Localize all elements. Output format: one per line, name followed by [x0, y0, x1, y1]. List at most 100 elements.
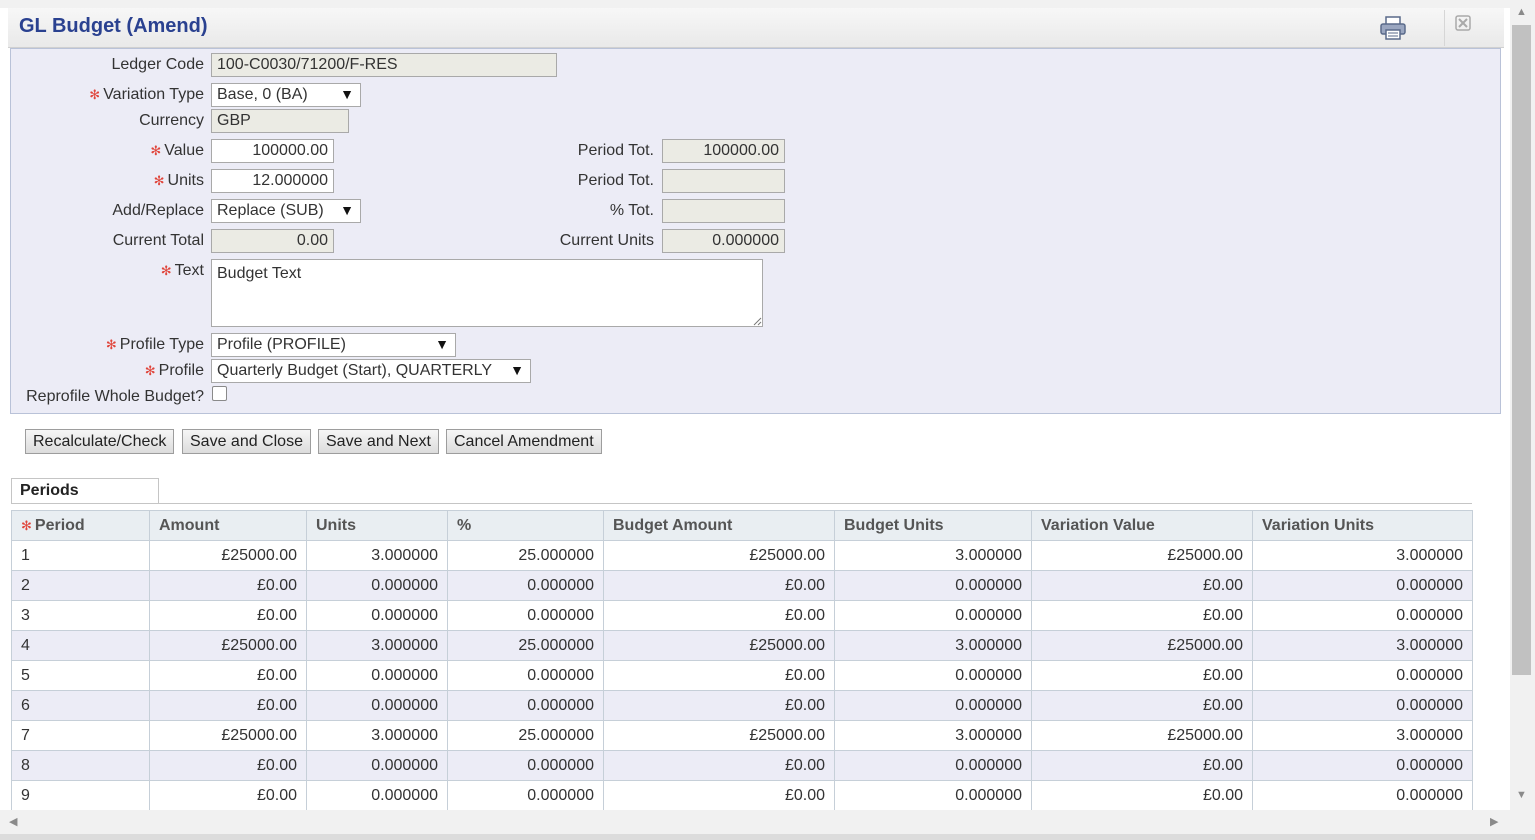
currency-label: Currency: [139, 112, 204, 129]
table-cell: 3.000000: [834, 540, 1032, 571]
table-cell: 0.000000: [1252, 600, 1473, 631]
table-cell: £0.00: [1031, 570, 1253, 601]
table-cell: £25000.00: [149, 720, 307, 751]
period-tot-value-field[interactable]: 100000.00: [662, 139, 785, 163]
text-textarea[interactable]: Budget Text: [211, 259, 763, 327]
period-tot-units-label: Period Tot.: [577, 172, 654, 189]
table-cell: £0.00: [149, 750, 307, 781]
scroll-right-arrow-icon[interactable]: ▶: [1490, 815, 1498, 828]
profile-type-label: ✻ Profile Type: [105, 336, 204, 353]
table-cell: 0.000000: [306, 750, 448, 781]
current-total-field[interactable]: 0.00: [211, 229, 334, 253]
table-cell: 0.000000: [1252, 750, 1473, 781]
units-input[interactable]: 12.000000: [211, 169, 334, 193]
table-cell: £25000.00: [603, 630, 835, 661]
column-header-budget-units[interactable]: Budget Units: [834, 510, 1032, 541]
table-row[interactable]: 9 £0.00 0.000000 0.000000 £0.00 0.000000 £0.00…: [11, 780, 1473, 810]
period-tot-units-field[interactable]: [662, 169, 785, 193]
table-cell: 9: [11, 780, 150, 810]
reprofile-checkbox[interactable]: [212, 386, 227, 401]
table-cell: 0.000000: [834, 750, 1032, 781]
table-cell: 0.000000: [1252, 660, 1473, 691]
dropdown-arrow-icon: ▼: [435, 336, 449, 352]
table-cell: £25000.00: [603, 540, 835, 571]
cancel-amendment-button[interactable]: Cancel Amendment: [446, 429, 602, 454]
horizontal-scrollbar[interactable]: [0, 810, 1510, 834]
table-cell: 3.000000: [1252, 540, 1473, 571]
table-cell: 0.000000: [1252, 570, 1473, 601]
scroll-down-arrow-icon[interactable]: ▼: [1516, 789, 1527, 801]
table-cell: 0.000000: [1252, 690, 1473, 721]
table-cell: £0.00: [149, 570, 307, 601]
table-cell: 1: [11, 540, 150, 571]
table-row[interactable]: 3 £0.00 0.000000 0.000000 £0.00 0.000000 £0.00…: [11, 600, 1473, 631]
table-cell: 0.000000: [306, 570, 448, 601]
table-row[interactable]: 6 £0.00 0.000000 0.000000 £0.00 0.000000 £0.00…: [11, 690, 1473, 721]
column-header-units[interactable]: Units: [306, 510, 448, 541]
table-cell: 3: [11, 600, 150, 631]
table-cell: £0.00: [603, 600, 835, 631]
pct-tot-field[interactable]: [662, 199, 785, 223]
table-cell: 0.000000: [447, 570, 604, 601]
periods-table-body: 1 £25000.00 3.000000 25.000000 £25000.00 3.00…: [11, 540, 1473, 810]
recalculate-check-button[interactable]: Recalculate/Check: [25, 429, 175, 454]
profile-select[interactable]: Quarterly Budget (Start), QUARTERLY ▼: [211, 359, 531, 383]
ledger-code-field[interactable]: 100-C0030/71200/F-RES: [211, 53, 557, 77]
value-label: ✻ Value: [150, 142, 204, 159]
required-icon: ✻: [150, 143, 162, 158]
column-header-variation-value[interactable]: Variation Value: [1031, 510, 1253, 541]
table-cell: 0.000000: [1252, 780, 1473, 810]
vertical-scrollbar-thumb[interactable]: [1512, 25, 1531, 675]
table-cell: 3.000000: [306, 540, 448, 571]
table-cell: 25.000000: [447, 720, 604, 751]
table-row[interactable]: 4 £25000.00 3.000000 25.000000 £25000.00 3.00…: [11, 630, 1473, 661]
column-header-period[interactable]: ✻ Period: [11, 510, 150, 541]
table-cell: 0.000000: [306, 690, 448, 721]
table-cell: 4: [11, 630, 150, 661]
save-and-next-button[interactable]: Save and Next: [318, 429, 439, 454]
column-header-amount[interactable]: Amount: [149, 510, 307, 541]
dialog-title: GL Budget (Amend): [19, 15, 208, 37]
add-replace-select[interactable]: Replace (SUB) ▼: [211, 199, 361, 223]
profile-label: ✻ Profile: [144, 362, 204, 379]
column-header-budget-amount[interactable]: Budget Amount: [603, 510, 835, 541]
required-icon: ✻: [89, 87, 101, 102]
save-and-close-button[interactable]: Save and Close: [182, 429, 311, 454]
table-cell: 25.000000: [447, 540, 604, 571]
table-header-row: ✻ Period Amount Units % Budget Amount Bud…: [11, 510, 1473, 541]
resize-grip-icon[interactable]: [752, 316, 762, 326]
close-icon[interactable]: [1452, 12, 1474, 34]
window-top-strip: [0, 0, 1535, 8]
table-cell: £0.00: [149, 660, 307, 691]
table-cell: 0.000000: [834, 660, 1032, 691]
column-header-variation-units[interactable]: Variation Units: [1252, 510, 1473, 541]
scroll-left-arrow-icon[interactable]: ◀: [9, 815, 17, 828]
table-cell: £0.00: [149, 690, 307, 721]
column-header-percent[interactable]: %: [447, 510, 604, 541]
table-cell: £25000.00: [603, 720, 835, 751]
current-total-label: Current Total: [112, 232, 204, 249]
table-row[interactable]: 2 £0.00 0.000000 0.000000 £0.00 0.000000 £0.00…: [11, 570, 1473, 601]
tab-periods[interactable]: Periods: [11, 478, 159, 504]
table-cell: 3.000000: [306, 720, 448, 751]
printer-icon[interactable]: [1378, 14, 1408, 42]
currency-field[interactable]: GBP: [211, 109, 349, 133]
required-icon: ✻: [160, 263, 172, 278]
table-cell: 2: [11, 570, 150, 601]
current-units-field[interactable]: 0.000000: [662, 229, 785, 253]
text-label: ✻ Text: [160, 262, 204, 279]
table-row[interactable]: 7 £25000.00 3.000000 25.000000 £25000.00 3.00…: [11, 720, 1473, 751]
table-cell: 0.000000: [447, 750, 604, 781]
table-cell: 25.000000: [447, 630, 604, 661]
table-cell: £0.00: [603, 780, 835, 810]
variation-type-select[interactable]: Base, 0 (BA) ▼: [211, 83, 361, 107]
pct-tot-label: % Tot.: [609, 202, 654, 219]
period-tot-value-label: Period Tot.: [577, 142, 654, 159]
profile-type-select[interactable]: Profile (PROFILE) ▼: [211, 333, 456, 357]
value-input[interactable]: 100000.00: [211, 139, 334, 163]
table-row[interactable]: 1 £25000.00 3.000000 25.000000 £25000.00 3.00…: [11, 540, 1473, 571]
table-row[interactable]: 5 £0.00 0.000000 0.000000 £0.00 0.000000 £0.00…: [11, 660, 1473, 691]
scroll-up-arrow-icon[interactable]: ▲: [1516, 6, 1527, 18]
table-cell: 7: [11, 720, 150, 751]
table-row[interactable]: 8 £0.00 0.000000 0.000000 £0.00 0.000000 £0.00…: [11, 750, 1473, 781]
